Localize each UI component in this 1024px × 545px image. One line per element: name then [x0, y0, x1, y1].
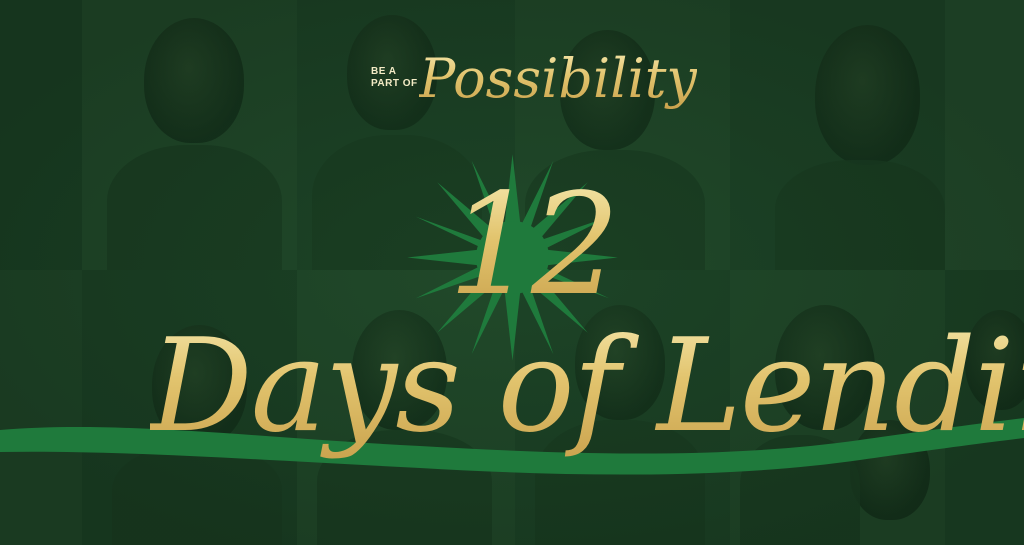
campaign-headline: Days of Lending — [150, 302, 1024, 472]
tagline-prefix: BE A PART OF — [371, 66, 418, 90]
tagline-prefix-line2: PART OF — [371, 78, 418, 89]
possibility-script-word: Possibility — [419, 47, 697, 110]
tagline-prefix-line1: BE A — [371, 66, 397, 77]
promo-banner: BE A PART OF Possibility 12 Days of Lend… — [0, 0, 1024, 545]
